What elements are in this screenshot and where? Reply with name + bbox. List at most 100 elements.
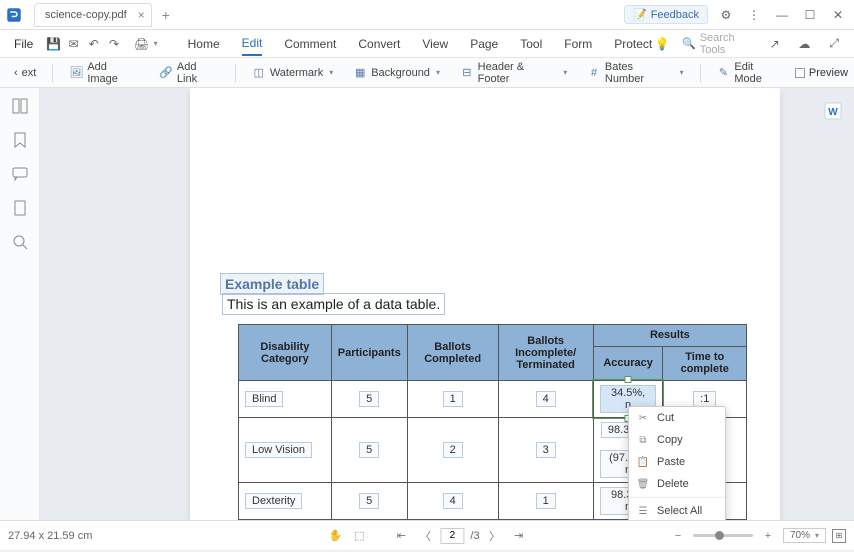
cloud-icon[interactable]: ☁: [795, 33, 815, 55]
bulb-icon[interactable]: 💡: [652, 33, 672, 55]
add-link-button[interactable]: 🔗Add Link: [151, 58, 227, 88]
bates-number-button[interactable]: #Bates Number▾: [579, 58, 691, 88]
search-panel-icon[interactable]: [12, 234, 28, 250]
menubar: File 💾 ✉ ↶ ↷ 🖨▾ Home Edit Comment Conver…: [0, 30, 854, 58]
cell[interactable]: Blind: [245, 391, 283, 407]
cut-icon: ✂: [637, 412, 649, 424]
settings-gear-icon[interactable]: ⚙: [716, 5, 736, 25]
tab-page[interactable]: Page: [470, 33, 498, 55]
cell[interactable]: 4: [443, 493, 463, 509]
cell[interactable]: 5: [359, 442, 379, 458]
cell[interactable]: Dexterity: [245, 493, 302, 509]
ext-button[interactable]: ‹ext: [6, 64, 44, 82]
add-image-button[interactable]: 🖼Add Image: [61, 58, 147, 88]
expand-icon[interactable]: ⤢: [824, 33, 844, 55]
tab-close-icon[interactable]: ×: [138, 8, 145, 22]
save-icon[interactable]: 💾: [43, 33, 63, 55]
tab-protect[interactable]: Protect: [614, 33, 652, 55]
background-button[interactable]: ▦Background▾: [345, 63, 448, 83]
ctx-label: Select All: [657, 505, 702, 517]
background-label: Background: [371, 67, 430, 79]
more-icon[interactable]: ⋮: [744, 5, 764, 25]
tab-form[interactable]: Form: [564, 33, 592, 55]
tab-comment[interactable]: Comment: [284, 33, 336, 55]
minimize-icon[interactable]: —: [772, 5, 792, 25]
file-menu[interactable]: File: [4, 37, 43, 51]
document-tab[interactable]: science-copy.pdf ×: [34, 3, 152, 27]
print-icon[interactable]: 🖨: [131, 33, 151, 55]
context-menu: ✂Cut ⧉Copy 📋Paste 🗑Delete ☰Select All ⚙P…: [628, 406, 726, 520]
new-tab-button[interactable]: +: [162, 7, 170, 23]
share-icon[interactable]: ↗: [765, 33, 785, 55]
cell[interactable]: 2: [443, 442, 463, 458]
zoom-slider[interactable]: [693, 534, 753, 537]
cell[interactable]: 1: [536, 493, 556, 509]
hdr-results: Results: [593, 325, 746, 347]
edit-mode-button[interactable]: ✎Edit Mode: [709, 58, 791, 88]
prev-page-icon[interactable]: 〈: [416, 527, 434, 545]
ctx-label: Delete: [657, 478, 689, 490]
bookmark-icon[interactable]: [12, 132, 28, 148]
comment-icon[interactable]: [12, 166, 28, 182]
tab-view[interactable]: View: [422, 33, 448, 55]
zoom-in-icon[interactable]: +: [759, 527, 777, 545]
header-footer-button[interactable]: ⊟Header & Footer▾: [452, 58, 575, 88]
hdr-time: Time to complete: [663, 346, 747, 380]
fit-page-icon[interactable]: ⊞: [832, 529, 846, 543]
cell[interactable]: 1: [443, 391, 463, 407]
titlebar: science-copy.pdf × + 📝 Feedback ⚙ ⋮ — ☐ …: [0, 0, 854, 30]
doc-subtitle[interactable]: This is an example of a data table.: [222, 293, 445, 315]
cell[interactable]: 5: [359, 391, 379, 407]
word-export-icon[interactable]: W: [824, 102, 842, 120]
edit-mode-label: Edit Mode: [734, 61, 783, 85]
ctx-label: Copy: [657, 434, 683, 446]
redo-icon[interactable]: ↷: [104, 33, 124, 55]
cell[interactable]: 4: [536, 391, 556, 407]
search-tools[interactable]: 🔍 Search Tools: [682, 32, 755, 56]
page-number-input[interactable]: [440, 528, 464, 544]
tab-convert[interactable]: Convert: [358, 33, 400, 55]
close-icon[interactable]: ✕: [828, 5, 848, 25]
ctx-paste[interactable]: 📋Paste: [629, 451, 725, 473]
thumbnails-icon[interactable]: [12, 98, 28, 114]
last-page-icon[interactable]: ⇥: [510, 527, 528, 545]
maximize-icon[interactable]: ☐: [800, 5, 820, 25]
next-page-icon[interactable]: 〉: [486, 527, 504, 545]
zoom-level[interactable]: 70%▾: [783, 528, 826, 543]
tab-title: science-copy.pdf: [45, 9, 127, 21]
tab-tool[interactable]: Tool: [520, 33, 542, 55]
ctx-copy[interactable]: ⧉ Copy: [629, 429, 725, 451]
ctx-label: Paste: [657, 456, 685, 468]
ctx-select-all[interactable]: ☰Select All: [629, 500, 725, 520]
cell[interactable]: 5: [359, 493, 379, 509]
hdr-incomplete: Ballots Incomplete/ Terminated: [498, 325, 593, 381]
ctx-cut[interactable]: ✂Cut: [629, 407, 725, 429]
preview-label: Preview: [809, 67, 848, 79]
cell[interactable]: Low Vision: [245, 442, 312, 458]
undo-icon[interactable]: ↶: [84, 33, 104, 55]
cell[interactable]: 3: [536, 442, 556, 458]
ctx-delete[interactable]: 🗑 Delete: [629, 473, 725, 495]
zoom-out-icon[interactable]: −: [669, 527, 687, 545]
search-placeholder: Search Tools: [700, 32, 755, 56]
tab-edit[interactable]: Edit: [242, 32, 263, 56]
select-tool-icon[interactable]: ⬚: [350, 527, 368, 545]
doc-title[interactable]: Example table: [220, 273, 324, 295]
cell[interactable]: :1: [693, 391, 716, 407]
menu-tabs: Home Edit Comment Convert View Page Tool…: [188, 32, 653, 56]
image-icon: 🖼: [69, 66, 83, 80]
document-canvas[interactable]: W Example table This is an example of a …: [40, 88, 854, 520]
first-page-icon[interactable]: ⇤: [392, 527, 410, 545]
copy-icon: ⧉: [637, 434, 649, 446]
watermark-button[interactable]: ◫Watermark▾: [244, 63, 341, 83]
hand-tool-icon[interactable]: ✋: [326, 527, 344, 545]
tab-home[interactable]: Home: [188, 33, 220, 55]
delete-icon: 🗑: [637, 478, 649, 490]
attachment-icon[interactable]: [12, 200, 28, 216]
preview-checkbox[interactable]: Preview: [795, 67, 848, 79]
statusbar: 27.94 x 21.59 cm ✋ ⬚ ⇤ 〈 /3 〉 ⇥ − + 70%▾…: [0, 520, 854, 550]
print-quick-icon[interactable]: ✉: [64, 33, 84, 55]
feedback-button[interactable]: 📝 Feedback: [624, 5, 708, 24]
hdr-disability: Disability Category: [239, 325, 332, 381]
header-footer-label: Header & Footer: [478, 61, 558, 85]
